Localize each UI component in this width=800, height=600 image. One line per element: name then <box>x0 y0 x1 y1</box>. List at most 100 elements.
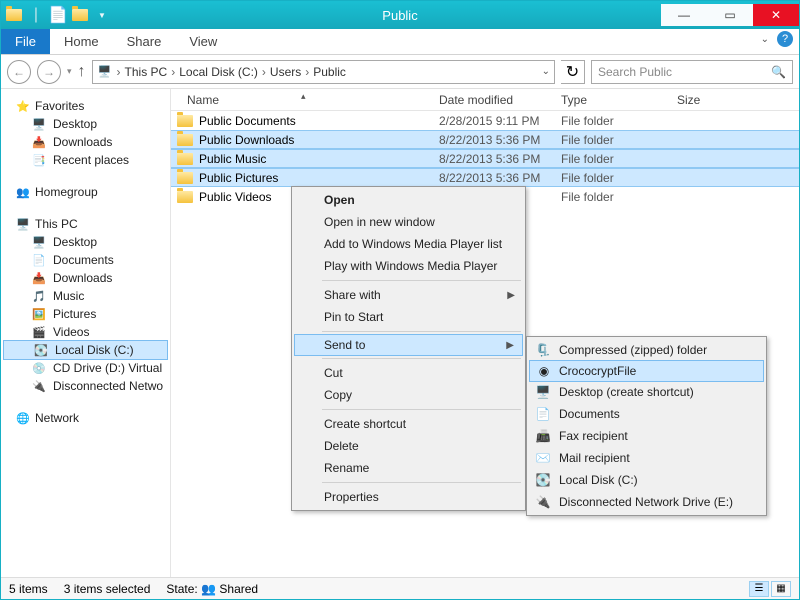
row-name: Public Music <box>199 152 266 166</box>
sidebar-item-downloads-pc[interactable]: 📥Downloads <box>1 269 170 287</box>
menu-pin-start[interactable]: Pin to Start <box>294 306 523 328</box>
ribbon-expand-icon[interactable]: ⌄ <box>761 34 769 45</box>
folder-icon <box>177 115 193 127</box>
menu-cut[interactable]: Cut <box>294 362 523 384</box>
forward-button[interactable]: → <box>37 60 61 84</box>
menu-properties[interactable]: Properties <box>294 486 523 508</box>
sidebar-item-desktop[interactable]: 🖥️Desktop <box>1 115 170 133</box>
menu-create-shortcut[interactable]: Create shortcut <box>294 413 523 435</box>
breadcrumb-root-icon: 🖥️ <box>97 64 113 80</box>
sidebar: ⭐Favorites 🖥️Desktop 📥Downloads 📑Recent … <box>1 89 171 577</box>
titlebar[interactable]: | 📄 ▼ Public — ▭ ✕ <box>1 1 799 29</box>
row-type: File folder <box>561 171 677 185</box>
minimize-button[interactable]: — <box>661 4 707 26</box>
menu-add-wmp[interactable]: Add to Windows Media Player list <box>294 233 523 255</box>
menu-play-wmp[interactable]: Play with Windows Media Player <box>294 255 523 277</box>
sidebar-item-localdisk[interactable]: 💽Local Disk (C:) <box>3 340 168 360</box>
menu-share-with[interactable]: Share with▶ <box>294 284 523 306</box>
sendto-documents[interactable]: 📄Documents <box>529 403 764 425</box>
sendto-crococrypt[interactable]: ◉CrococryptFile <box>529 360 764 382</box>
sidebar-item-videos[interactable]: 🎬Videos <box>1 323 170 341</box>
crumb-thispc[interactable]: This PC <box>125 65 168 79</box>
menu-separator <box>322 409 521 410</box>
sidebar-item-desktop-pc[interactable]: 🖥️Desktop <box>1 233 170 251</box>
crumb-localdisk[interactable]: Local Disk (C:) <box>179 65 258 79</box>
menu-separator <box>322 280 521 281</box>
crumb-public[interactable]: Public <box>313 65 346 79</box>
menu-open[interactable]: Open <box>294 189 523 211</box>
table-row[interactable]: Public Documents2/28/2015 9:11 PMFile fo… <box>171 111 799 130</box>
table-row[interactable]: Public Downloads8/22/2013 5:36 PMFile fo… <box>171 130 799 149</box>
maximize-button[interactable]: ▭ <box>707 4 753 26</box>
sidebar-item-downloads[interactable]: 📥Downloads <box>1 133 170 151</box>
folder-icon <box>177 172 193 184</box>
table-row[interactable]: Public Music8/22/2013 5:36 PMFile folder <box>171 149 799 168</box>
star-icon: ⭐ <box>15 98 31 114</box>
col-name[interactable]: Name▴ <box>171 93 439 107</box>
row-name: Public Pictures <box>199 171 278 185</box>
col-date[interactable]: Date modified <box>439 93 561 107</box>
tab-view[interactable]: View <box>175 29 231 54</box>
recent-dropdown-icon[interactable]: ▾ <box>67 66 72 77</box>
qat-dropdown-icon[interactable]: ▼ <box>93 6 111 24</box>
file-tab[interactable]: File <box>1 29 50 54</box>
sendto-localdisk[interactable]: 💽Local Disk (C:) <box>529 469 764 491</box>
menu-rename[interactable]: Rename <box>294 457 523 479</box>
desktop-icon: 🖥️ <box>31 116 47 132</box>
sidebar-item-pictures[interactable]: 🖼️Pictures <box>1 305 170 323</box>
close-button[interactable]: ✕ <box>753 4 799 26</box>
sendto-disconnected[interactable]: 🔌Disconnected Network Drive (E:) <box>529 491 764 513</box>
col-size[interactable]: Size <box>677 93 737 107</box>
sidebar-favorites[interactable]: ⭐Favorites <box>1 97 170 115</box>
tab-share[interactable]: Share <box>113 29 176 54</box>
search-input[interactable]: Search Public 🔍 <box>591 60 793 84</box>
row-type: File folder <box>561 133 677 147</box>
refresh-button[interactable]: ↻ <box>561 60 585 84</box>
breadcrumb[interactable]: 🖥️ › This PC › Local Disk (C:) › Users ›… <box>92 60 555 84</box>
view-details-button[interactable]: ☰ <box>749 581 769 597</box>
music-icon: 🎵 <box>31 288 47 304</box>
qat-newfolder-icon[interactable] <box>71 6 89 24</box>
sidebar-item-music[interactable]: 🎵Music <box>1 287 170 305</box>
ribbon-tabs: File Home Share View ⌄ ? <box>1 29 799 55</box>
pc-icon: 🖥️ <box>15 216 31 232</box>
column-headers[interactable]: Name▴ Date modified Type Size <box>171 89 799 111</box>
sidebar-homegroup[interactable]: 👥Homegroup <box>1 183 170 201</box>
back-button[interactable]: ← <box>7 60 31 84</box>
menu-delete[interactable]: Delete <box>294 435 523 457</box>
crococrypt-icon: ◉ <box>536 363 552 379</box>
view-icons-button[interactable]: ▦ <box>771 581 791 597</box>
qat-properties-icon[interactable]: 📄 <box>49 6 67 24</box>
crumb-users[interactable]: Users <box>270 65 301 79</box>
desktop-icon: 🖥️ <box>31 234 47 250</box>
submenu-arrow-icon: ▶ <box>507 290 515 301</box>
sidebar-thispc[interactable]: 🖥️This PC <box>1 215 170 233</box>
videos-icon: 🎬 <box>31 324 47 340</box>
sendto-fax[interactable]: 📠Fax recipient <box>529 425 764 447</box>
search-placeholder: Search Public <box>598 65 672 79</box>
folder-icon <box>177 153 193 165</box>
col-type[interactable]: Type <box>561 93 677 107</box>
zip-icon: 🗜️ <box>535 342 551 358</box>
sendto-desktop[interactable]: 🖥️Desktop (create shortcut) <box>529 381 764 403</box>
up-button[interactable]: ↑ <box>78 63 86 81</box>
breadcrumb-dropdown-icon[interactable]: ⌄ <box>542 66 550 77</box>
documents-icon: 📄 <box>31 252 47 268</box>
sidebar-item-recent[interactable]: 📑Recent places <box>1 151 170 169</box>
cd-icon: 💿 <box>31 360 47 376</box>
sendto-zip[interactable]: 🗜️Compressed (zipped) folder <box>529 339 764 361</box>
sidebar-item-cddrive[interactable]: 💿CD Drive (D:) Virtual <box>1 359 170 377</box>
menu-send-to[interactable]: Send to▶ <box>294 334 523 356</box>
sidebar-item-disconnected[interactable]: 🔌Disconnected Netwo <box>1 377 170 395</box>
menu-open-new-window[interactable]: Open in new window <box>294 211 523 233</box>
sendto-mail[interactable]: ✉️Mail recipient <box>529 447 764 469</box>
sidebar-item-documents[interactable]: 📄Documents <box>1 251 170 269</box>
tab-home[interactable]: Home <box>50 29 113 54</box>
sort-asc-icon: ▴ <box>301 91 306 102</box>
sidebar-network[interactable]: 🌐Network <box>1 409 170 427</box>
menu-copy[interactable]: Copy <box>294 384 523 406</box>
table-row[interactable]: Public Pictures8/22/2013 5:36 PMFile fol… <box>171 168 799 187</box>
netdrive-icon: 🔌 <box>31 378 47 394</box>
help-icon[interactable]: ? <box>777 31 793 47</box>
row-date: 8/22/2013 5:36 PM <box>439 133 561 147</box>
